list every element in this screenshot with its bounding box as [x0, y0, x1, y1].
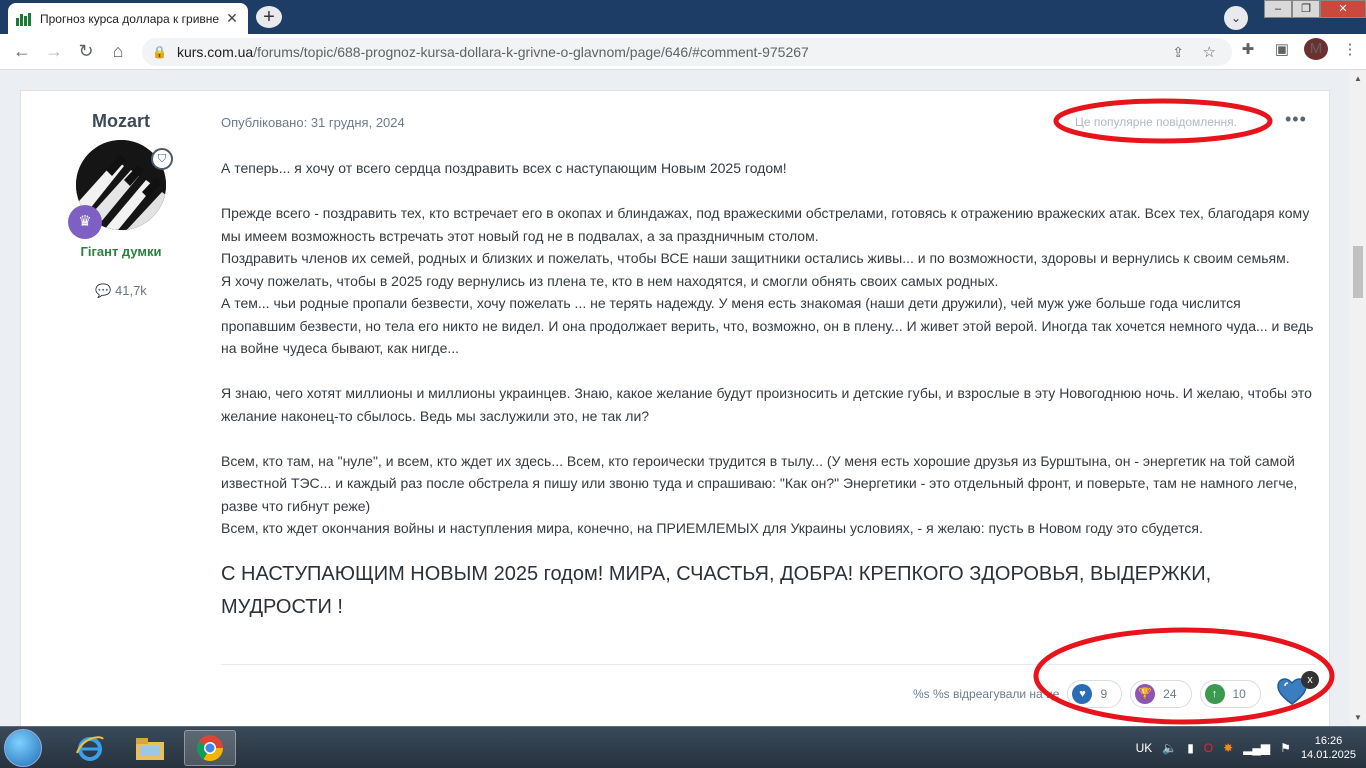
reaction-trophy[interactable]: 🏆 24: [1130, 680, 1192, 708]
tab-close-icon[interactable]: ✕: [224, 10, 240, 27]
content-count[interactable]: 💬 41,7k: [21, 283, 221, 299]
scroll-up-icon[interactable]: ▲: [1350, 74, 1366, 83]
reaction-count: 9: [1100, 687, 1108, 701]
extensions-icon[interactable]: ✚: [1236, 40, 1260, 58]
upvote-icon: ↑: [1204, 684, 1225, 704]
post-paragraph: А теперь... я хочу от всего сердца поздр…: [221, 160, 787, 176]
new-tab-button[interactable]: +: [256, 6, 282, 28]
address-bar[interactable]: 🔒 kurs.com.ua/forums/topic/688-prognoz-k…: [142, 38, 1232, 66]
profile-avatar[interactable]: M: [1304, 38, 1328, 60]
more-options-icon[interactable]: •••: [1285, 109, 1307, 130]
author-rank: Гігант думки: [80, 244, 162, 259]
post-paragraph: А тем... чьи родные пропали безвести, хо…: [221, 295, 1314, 356]
minimize-button[interactable]: –: [1264, 0, 1292, 18]
post-paragraph: Всем, кто ждет окончания войны и наступл…: [221, 520, 1203, 536]
heart-icon: ♥: [1072, 684, 1093, 704]
internet-explorer-icon[interactable]: [64, 730, 116, 766]
post-paragraph: Я знаю, чего хотят миллионы и миллионы у…: [221, 385, 1312, 424]
site-favicon-icon: [16, 12, 32, 26]
battery-icon[interactable]: ▮: [1187, 741, 1194, 755]
popular-post-label: Це популярне повідомлення.: [1075, 115, 1237, 129]
crown-rank-icon: ♛: [68, 205, 102, 239]
post-headline: С НАСТУПАЮЩИМ НОВЫМ 2025 годом! МИРА, СЧ…: [221, 562, 1212, 618]
author-name[interactable]: Mozart: [21, 111, 221, 132]
chrome-icon[interactable]: [184, 730, 236, 766]
browser-menu-icon[interactable]: ⋮: [1338, 40, 1362, 58]
comment-icon: 💬: [95, 283, 112, 298]
forum-post: Mozart ⛉ ♛ Гігант думки 💬 41,7k Опубліко…: [20, 90, 1330, 726]
browser-tab[interactable]: Прогноз курса доллара к гривне ✕: [8, 3, 248, 34]
maximize-button[interactable]: ❐: [1292, 0, 1320, 18]
close-window-button[interactable]: ✕: [1320, 0, 1366, 18]
trophy-icon: 🏆: [1135, 684, 1156, 704]
reactions-bar: %s %s відреагували на це ♥ 9 🏆 24 ↑ 10: [913, 679, 1261, 709]
system-tray: UK 🔈 ▮ O ✸ ▂▄▆ ⚑ 16:26 14.01.2025: [1136, 727, 1356, 768]
network-signal-icon[interactable]: ▂▄▆: [1243, 741, 1270, 755]
volume-icon[interactable]: 🔈: [1162, 741, 1177, 755]
post-paragraph: Я хочу пожелать, чтобы в 2025 году верну…: [221, 272, 999, 289]
scrollbar-thumb[interactable]: [1353, 246, 1363, 298]
url-path: /forums/topic/688-prognoz-kursa-dollara-…: [253, 44, 809, 60]
reacted-text[interactable]: %s %s відреагували на це: [913, 687, 1059, 701]
bookmark-star-icon[interactable]: ☆: [1203, 43, 1216, 61]
shield-icon: ⛉: [151, 148, 173, 170]
tab-title: Прогноз курса доллара к гривне: [40, 11, 220, 26]
reaction-count: 24: [1163, 687, 1177, 701]
published-date[interactable]: Опубліковано: 31 грудня, 2024: [221, 115, 405, 130]
post-paragraph: Всем, кто там, на "нуле", и всем, кто жд…: [221, 452, 1298, 514]
clock-time: 16:26: [1314, 735, 1343, 747]
forum-page: Mozart ⛉ ♛ Гігант думки 💬 41,7k Опубліко…: [0, 70, 1350, 726]
post-content: А теперь... я хочу от всего сердца поздр…: [221, 157, 1316, 624]
windows-taskbar: UK 🔈 ▮ O ✸ ▂▄▆ ⚑ 16:26 14.01.2025: [0, 726, 1366, 768]
reload-icon[interactable]: ↻: [70, 41, 102, 62]
page-scrollbar[interactable]: ▲ ▼: [1350, 70, 1366, 726]
avast-icon[interactable]: ✸: [1223, 741, 1233, 755]
opera-icon[interactable]: O: [1204, 741, 1213, 755]
side-panel-icon[interactable]: ▣: [1270, 40, 1294, 58]
tab-search-button[interactable]: ⌄: [1224, 6, 1248, 30]
home-icon[interactable]: ⌂: [102, 41, 134, 62]
reaction-heart[interactable]: ♥ 9: [1067, 680, 1123, 708]
reaction-upvote[interactable]: ↑ 10: [1199, 680, 1261, 708]
post-paragraph: Прежде всего - поздравить тех, кто встре…: [221, 205, 1310, 244]
post-divider: [221, 664, 1316, 665]
window-controls: – ❐ ✕: [1264, 0, 1366, 18]
forward-icon[interactable]: →: [38, 41, 70, 62]
browser-toolbar: ← → ↻ ⌂ 🔒 kurs.com.ua/forums/topic/688-p…: [0, 34, 1366, 70]
browser-tab-strip: Прогноз курса доллара к гривне ✕ + ⌄ – ❐…: [0, 0, 1366, 34]
file-explorer-icon[interactable]: [124, 730, 176, 766]
action-center-icon[interactable]: ⚑: [1280, 741, 1291, 755]
post-paragraph: Поздравить членов их семей, родных и бли…: [221, 250, 1290, 266]
reaction-count: 10: [1232, 687, 1246, 701]
language-indicator[interactable]: UK: [1136, 741, 1153, 755]
lock-icon: 🔒: [152, 45, 167, 59]
clock[interactable]: 16:26 14.01.2025: [1301, 734, 1356, 762]
scroll-down-icon[interactable]: ▼: [1350, 713, 1366, 722]
url-domain: kurs.com.ua: [176, 44, 254, 60]
start-button[interactable]: [4, 729, 42, 767]
author-panel: Mozart ⛉ ♛ Гігант думки 💬 41,7k: [21, 91, 221, 299]
clock-date: 14.01.2025: [1300, 749, 1356, 761]
close-badge-icon[interactable]: x: [1301, 671, 1319, 689]
back-icon[interactable]: ←: [6, 41, 38, 62]
content-count-value: 41,7k: [115, 283, 147, 298]
share-icon[interactable]: ⇪: [1172, 44, 1184, 61]
